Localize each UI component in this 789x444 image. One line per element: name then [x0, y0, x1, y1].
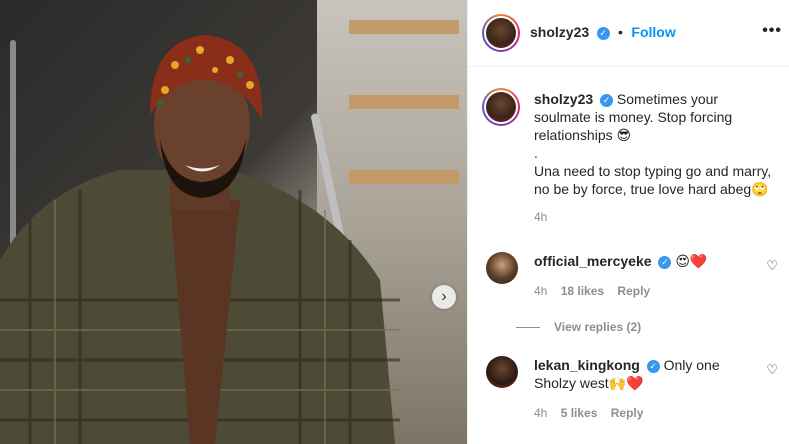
caption-avatar[interactable] [482, 88, 520, 126]
caption-username[interactable]: sholzy23 [534, 91, 593, 107]
more-options-icon[interactable]: ••• [762, 22, 782, 40]
verified-badge-icon: ✓ [658, 256, 672, 269]
comment-username[interactable]: official_mercyeke [534, 253, 652, 269]
like-heart-icon[interactable]: ♡ [766, 362, 778, 378]
verified-badge-icon: ✓ [646, 360, 660, 373]
comment-item: lekan_kingkong ✓ Only one Sholzy west🙌❤️… [482, 356, 778, 426]
header-username[interactable]: sholzy23 [530, 24, 589, 40]
chevron-right-icon: › [441, 288, 447, 305]
view-replies-label[interactable]: View replies (2) [554, 320, 641, 334]
person-figure [0, 35, 400, 444]
comment-likes[interactable]: 5 likes [561, 406, 598, 420]
caption-text-line3: Una need to stop typing go and marry, no… [534, 163, 772, 197]
reply-button[interactable]: Reply [617, 284, 650, 298]
follow-button[interactable]: Follow [631, 24, 675, 40]
header-avatar[interactable] [482, 14, 520, 52]
comment-likes[interactable]: 18 likes [561, 284, 604, 298]
comment-item: official_mercyeke ✓ 😍❤️ 4h 18 likes Repl… [482, 252, 778, 342]
reply-button[interactable]: Reply [611, 406, 644, 420]
post-header: sholzy23 ✓ • Follow ••• [468, 0, 789, 67]
next-image-button[interactable]: › [432, 285, 456, 309]
comment-username[interactable]: lekan_kingkong [534, 357, 640, 373]
verified-badge-icon: ✓ [600, 94, 614, 107]
header-separator: • [618, 24, 623, 40]
like-heart-icon[interactable]: ♡ [766, 258, 778, 274]
view-replies-button[interactable]: View replies (2) [516, 320, 764, 334]
caption-text-line2: . [534, 145, 538, 161]
replies-divider [516, 327, 540, 329]
caption: sholzy23 ✓ Sometimes your soulmate is mo… [534, 90, 778, 224]
comment-time[interactable]: 4h [534, 284, 547, 298]
comment-avatar[interactable] [486, 252, 518, 284]
caption-time[interactable]: 4h [534, 210, 778, 224]
post-image [0, 0, 467, 444]
comment-avatar[interactable] [486, 356, 518, 388]
comment-time[interactable]: 4h [534, 406, 547, 420]
comment-text: 😍❤️ [675, 253, 708, 269]
verified-badge-icon: ✓ [596, 27, 610, 40]
post-sidebar: sholzy23 ✓ • Follow ••• sholzy23 ✓ Somet… [467, 0, 789, 444]
